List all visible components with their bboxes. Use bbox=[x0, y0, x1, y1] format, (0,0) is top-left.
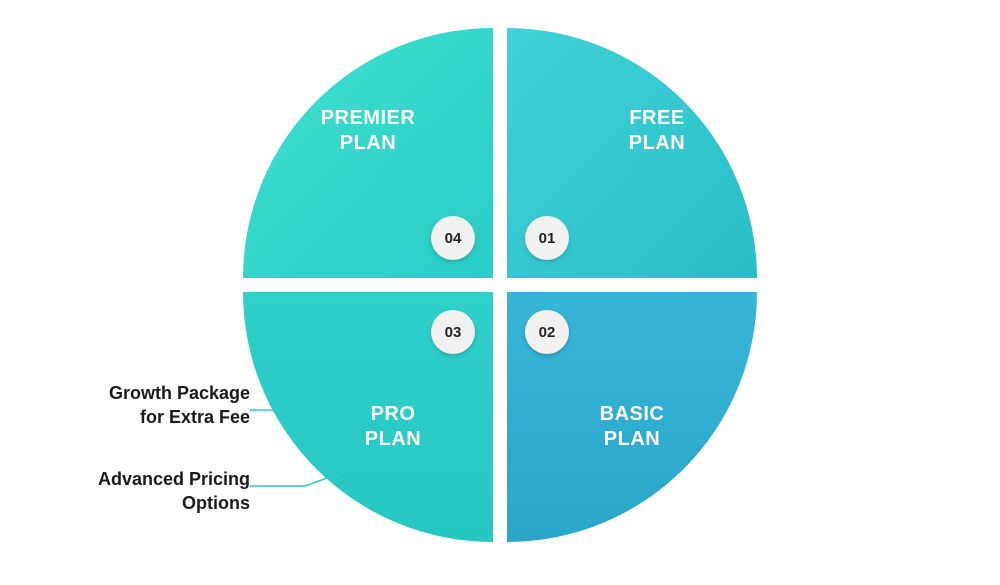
quadrant-title: PRO PLAN bbox=[343, 402, 443, 452]
quadrant-number: 02 bbox=[539, 324, 556, 341]
annotation-growth-package: Growth Package for Extra Fee bbox=[70, 381, 250, 430]
quadrant-number: 01 bbox=[539, 230, 556, 247]
leader-line-2 bbox=[250, 466, 360, 490]
leader-line-1 bbox=[250, 398, 330, 418]
quadrant-premier-plan: PREMIER PLAN 04 bbox=[243, 28, 493, 278]
quadrant-title: BASIC PLAN bbox=[577, 402, 687, 452]
quadrant-number: 03 bbox=[445, 324, 462, 341]
quadrant-free-plan: FREE PLAN 01 bbox=[507, 28, 757, 278]
quadrant-number-badge: 03 bbox=[431, 310, 475, 354]
quadrant-number: 04 bbox=[445, 230, 462, 247]
quadrant-basic-plan: BASIC PLAN 02 bbox=[507, 292, 757, 542]
diagram-stage: PREMIER PLAN 04 FREE PLAN 01 PRO PLAN 03… bbox=[0, 0, 1000, 585]
annotation-advanced-pricing: Advanced Pricing Options bbox=[70, 467, 250, 516]
quadrant-number-badge: 02 bbox=[525, 310, 569, 354]
quadrant-number-badge: 04 bbox=[431, 216, 475, 260]
quadrant-number-badge: 01 bbox=[525, 216, 569, 260]
quadrant-title: FREE PLAN bbox=[597, 106, 717, 156]
quadrant-title: PREMIER PLAN bbox=[298, 106, 438, 156]
